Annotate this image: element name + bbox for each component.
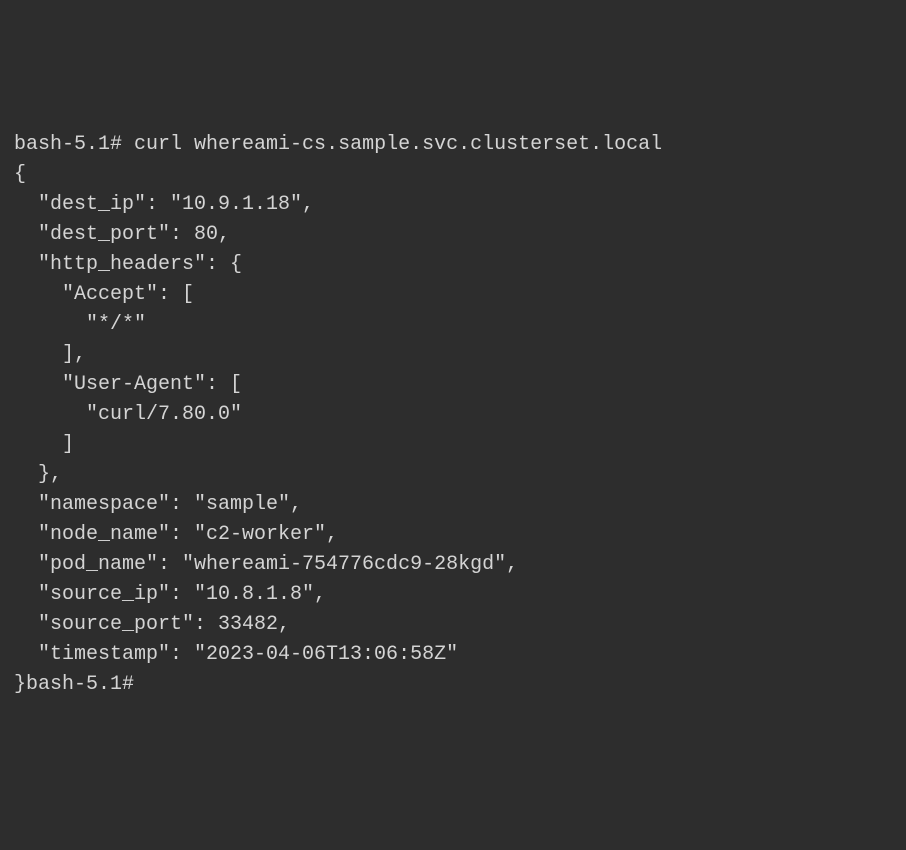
command-line[interactable]: bash-5.1# curl whereami-cs.sample.svc.cl…: [14, 130, 892, 160]
output-line: ],: [14, 340, 892, 370]
output-line: "source_port": 33482,: [14, 610, 892, 640]
output-line: "*/*": [14, 310, 892, 340]
output-line: "namespace": "sample",: [14, 490, 892, 520]
json-close: }: [14, 673, 26, 696]
output-line: "dest_ip": "10.9.1.18",: [14, 190, 892, 220]
curl-command: curl whereami-cs.sample.svc.clusterset.l…: [134, 133, 662, 156]
output-line: "pod_name": "whereami-754776cdc9-28kgd",: [14, 550, 892, 580]
shell-prompt: bash-5.1#: [14, 133, 134, 156]
final-line[interactable]: }bash-5.1#: [14, 670, 892, 700]
output-line: ]: [14, 430, 892, 460]
output-line: "User-Agent": [: [14, 370, 892, 400]
output-line: "dest_port": 80,: [14, 220, 892, 250]
output-line: "curl/7.80.0": [14, 400, 892, 430]
shell-prompt: bash-5.1#: [26, 673, 146, 696]
output-line: "timestamp": "2023-04-06T13:06:58Z": [14, 640, 892, 670]
output-line: "source_ip": "10.8.1.8",: [14, 580, 892, 610]
output-line: {: [14, 160, 892, 190]
output-line: "Accept": [: [14, 280, 892, 310]
output-line: "node_name": "c2-worker",: [14, 520, 892, 550]
output-line: },: [14, 460, 892, 490]
output-line: "http_headers": {: [14, 250, 892, 280]
